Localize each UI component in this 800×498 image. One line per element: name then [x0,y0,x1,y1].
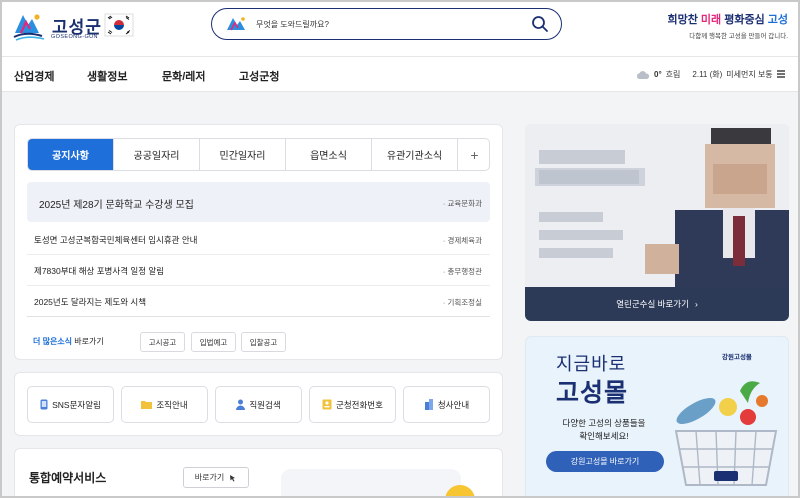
reservation-preview-card [281,469,461,498]
weather-desc: 흐림 [665,70,681,79]
notice-row[interactable]: 제7830부대 해상 포병사격 일정 알림 · 총무행정관 [27,255,490,286]
slogan-main: 희망찬 미래 평화중심 고성 [667,11,788,27]
search-input[interactable]: 무엇을 도와드릴까요? [256,19,329,30]
staff-search-label: 직원검색 [249,399,281,410]
building-info-label: 청사안내 [437,399,470,410]
main-nav: 산업경제 생활정보 문화/레저 고성군청 0° 흐림 2.11 (화) 미세먼지… [0,56,800,92]
goseong-mall-banner[interactable]: 강원고성몰 지금바로 고성몰 다양한 고성의 상품들을 확인해보세요! 강원고성… [525,336,789,498]
slogan-part1: 희망찬 [667,14,701,26]
shopping-basket-icon [674,381,778,486]
sns-alert-button[interactable]: SNS문자알림 [27,386,114,423]
logo-mark-icon [13,14,45,41]
notice-dept: · 기획조정실 [442,298,482,307]
banner-desc-line-2: 확인해보세요! [579,431,629,441]
cloud-icon [636,70,650,79]
banner-description: 다양한 고성의 상품들을 확인해보세요! [544,417,664,443]
tab-town-news[interactable]: 읍면소식 [286,139,372,170]
notice-row[interactable]: 2025년도 달라지는 제도와 시책 · 기획조정실 [27,286,490,317]
notice-tabs: 공지사항 공공일자리 민간일자리 읍면소식 유관기관소식 + [27,138,490,171]
sns-alert-label: SNS문자알림 [52,399,101,410]
nav-item-county-office[interactable]: 고성군청 [239,68,279,84]
slogan-sub: 다함께 행복한 고성을 만들어 갑니다. [689,33,788,40]
pill-bidding[interactable]: 입찰공고 [241,332,286,352]
phone-directory-button[interactable]: 군청전화번호 [309,386,396,423]
tab-public-jobs[interactable]: 공공일자리 [114,139,200,170]
site-header: 고성군 GOSEONG-GUN 무엇을 도와드릴까요? 희망찬 미래 평화중심 … [0,0,800,56]
click-icon [230,475,236,482]
add-tab-button[interactable]: + [458,139,489,170]
reservation-title: 통합예약서비스 [29,471,107,485]
more-news-rest: 바로가기 [72,337,104,346]
mayor-office-link[interactable]: 열린군수실 바로가기 › [525,287,789,321]
slogan: 희망찬 미래 평화중심 고성 다함께 행복한 고성을 만들어 갑니다. [667,11,788,40]
nav-item-culture[interactable]: 문화/레저 [162,68,206,84]
notice-row-featured[interactable]: 2025년 제28기 문화학교 수강생 모집 · 교육문화과 [27,182,490,222]
pill-announcement[interactable]: 고시공고 [140,332,185,352]
slogan-highlight-goseong: 고성 [767,14,788,26]
more-news-link[interactable]: 더 많은소식 바로가기 [33,336,104,347]
slogan-part2: 평화중심 [721,14,768,26]
phone-directory-label: 군청전화번호 [336,399,383,410]
nav-item-industry[interactable]: 산업경제 [14,68,54,84]
mall-brand: 강원고성몰 [722,354,752,361]
tab-private-jobs[interactable]: 민간일자리 [200,139,286,170]
reservation-shortcut-button[interactable]: 바로가기 [183,467,249,488]
notice-row[interactable]: 토성면 고성군복합국민체육센터 임시휴관 안내 · 경제체육과 [27,224,490,255]
search-logo-icon [227,17,245,31]
tab-notice[interactable]: 공지사항 [28,139,114,170]
notice-title[interactable]: 2025년 제28기 문화학교 수강생 모집 [39,196,194,211]
mayor-office-label: 열린군수실 바로가기 [616,299,689,309]
tab-agency-news[interactable]: 유관기관소식 [372,139,458,170]
korea-flag-icon [104,13,134,37]
organization-button[interactable]: 조직안내 [121,386,208,423]
notice-dept: · 교육문화과 [442,199,482,208]
notice-dept: · 총무행정관 [442,267,482,276]
logo-subtext: GOSEONG-GUN [51,34,98,40]
weather-dust: 미세먼지 보통 [726,70,773,79]
weather-temp: 0° [654,70,662,79]
phone-icon [40,399,48,410]
search-box[interactable]: 무엇을 도와드릴까요? [211,8,562,40]
banner-headline-2: 고성몰 [556,379,629,407]
mall-shortcut-button[interactable]: 강원고성몰 바로가기 [546,451,664,472]
staff-search-button[interactable]: 직원검색 [215,386,302,423]
reservation-panel: 통합예약서비스 바로가기 [14,448,503,498]
building-info-button[interactable]: 청사안내 [403,386,490,423]
quick-links-panel: SNS문자알림 조직안내 직원검색 군청전화번호 청사안내 [14,372,503,436]
site-logo[interactable]: 고성군 GOSEONG-GUN [12,9,104,45]
weather-widget: 0° 흐림 2.11 (화) 미세먼지 보통 [636,69,773,80]
organization-label: 조직안내 [156,399,188,410]
mayor-photo [525,124,789,287]
hamburger-menu-icon[interactable] [776,69,786,79]
reservation-shortcut-label: 바로가기 [194,473,225,482]
notice-title[interactable]: 제7830부대 해상 포병사격 일정 알림 [34,265,164,277]
mayor-card[interactable]: 열린군수실 바로가기 › [525,124,789,321]
directory-icon [322,399,332,410]
folder-icon [141,401,153,409]
person-icon [236,399,246,410]
weather-date: 2.11 (화) [692,70,723,79]
more-news-bold: 더 많은소식 [33,337,73,346]
notice-title[interactable]: 토성면 고성군복합국민체육센터 임시휴관 안내 [34,234,198,246]
notice-title[interactable]: 2025년도 달라지는 제도와 시책 [34,296,146,308]
building-icon [424,399,433,410]
notice-panel: 공지사항 공공일자리 민간일자리 읍면소식 유관기관소식 + 2025년 제28… [14,124,503,360]
slogan-highlight-mirae: 미래 [700,14,722,26]
banner-desc-line-1: 다양한 고성의 상품들을 [562,418,646,428]
nav-item-life-info[interactable]: 생활정보 [87,68,127,84]
more-news-row: 더 많은소식 바로가기 고시공고 입법예고 입찰공고 [27,330,490,352]
pill-legislation[interactable]: 입법예고 [191,332,236,352]
notice-dept: · 경제체육과 [442,236,482,245]
search-icon[interactable] [531,15,549,33]
chevron-right-icon: › [694,299,698,309]
